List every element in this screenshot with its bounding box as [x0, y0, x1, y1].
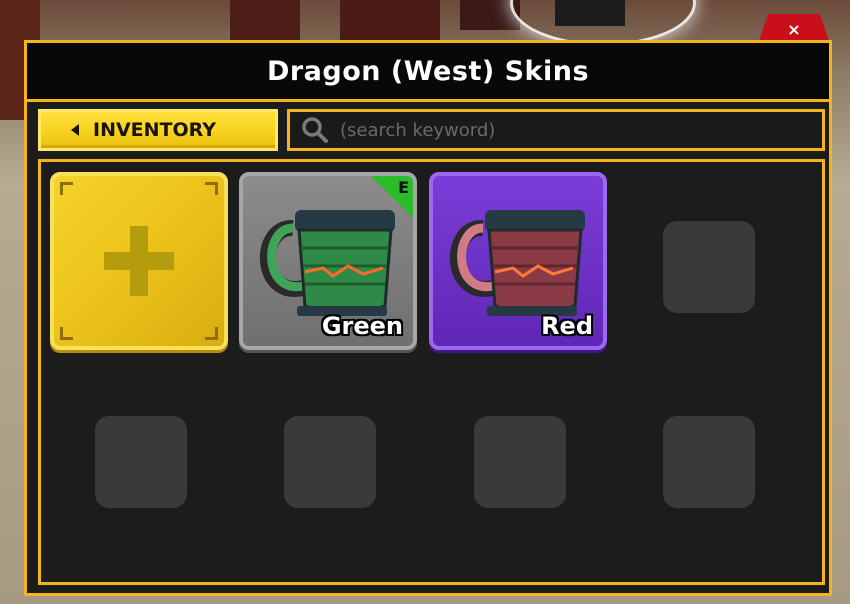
skins-panel: Dragon (West) Skins INVENTORY (search ke…	[24, 40, 832, 596]
empty-skin-slot	[663, 416, 755, 508]
skin-name-label: Green	[321, 312, 403, 340]
empty-skin-slot	[663, 221, 755, 313]
background-object	[340, 0, 440, 40]
empty-skin-slot	[474, 416, 566, 508]
skin-slot-green[interactable]: E Green	[239, 172, 417, 350]
search-input[interactable]	[338, 118, 822, 142]
skin-name-label: Red	[541, 312, 593, 340]
skin-slot-red[interactable]: Red	[429, 172, 607, 350]
close-icon: ×	[787, 19, 801, 39]
slot-corner	[60, 327, 73, 340]
slot-corner	[205, 327, 218, 340]
empty-skin-slot	[95, 416, 187, 508]
search-bar[interactable]	[287, 109, 825, 151]
slot-corner	[60, 182, 73, 195]
background-character	[555, 0, 625, 26]
slot-corner	[205, 182, 218, 195]
skins-grid: E Green Red	[38, 159, 825, 585]
add-skin-slot[interactable]	[50, 172, 228, 350]
search-icon	[302, 117, 328, 143]
inventory-button[interactable]: INVENTORY	[38, 109, 278, 151]
red-dragon-mug-icon	[449, 210, 585, 316]
inventory-button-label: INVENTORY	[93, 119, 217, 141]
equipped-letter: E	[398, 178, 409, 197]
back-arrow-icon	[71, 124, 79, 136]
green-dragon-mug-icon	[259, 210, 395, 316]
background-object	[230, 0, 300, 40]
empty-skin-slot	[284, 416, 376, 508]
panel-title: Dragon (West) Skins	[27, 43, 829, 102]
